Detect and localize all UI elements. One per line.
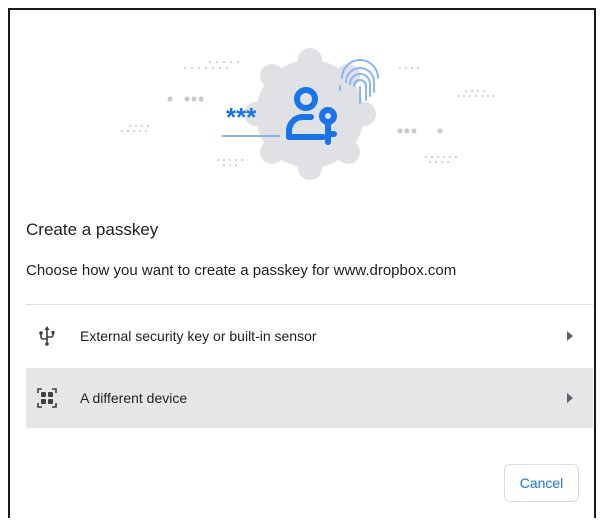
option-different-device[interactable]: A different device: [26, 368, 593, 428]
dialog-title: Create a passkey: [26, 220, 159, 239]
password-mask: ***: [226, 102, 257, 132]
option-security-key-label: External security key or built-in sensor: [80, 328, 317, 344]
passkey-dialog: *** Create a passkey Choose how you want…: [8, 8, 596, 518]
dialog-subtitle: Choose how you want to create a passkey …: [26, 262, 457, 279]
usb-icon: [36, 325, 58, 347]
option-different-device-label: A different device: [80, 390, 188, 406]
cancel-button[interactable]: Cancel: [504, 464, 579, 502]
chevron-right-icon: [565, 331, 575, 341]
qr-code-icon: [36, 387, 58, 409]
passkey-illustration: ***: [121, 48, 495, 180]
chevron-right-icon: [565, 393, 575, 403]
option-security-key[interactable]: External security key or built-in sensor: [26, 306, 593, 366]
divider: [26, 304, 593, 305]
